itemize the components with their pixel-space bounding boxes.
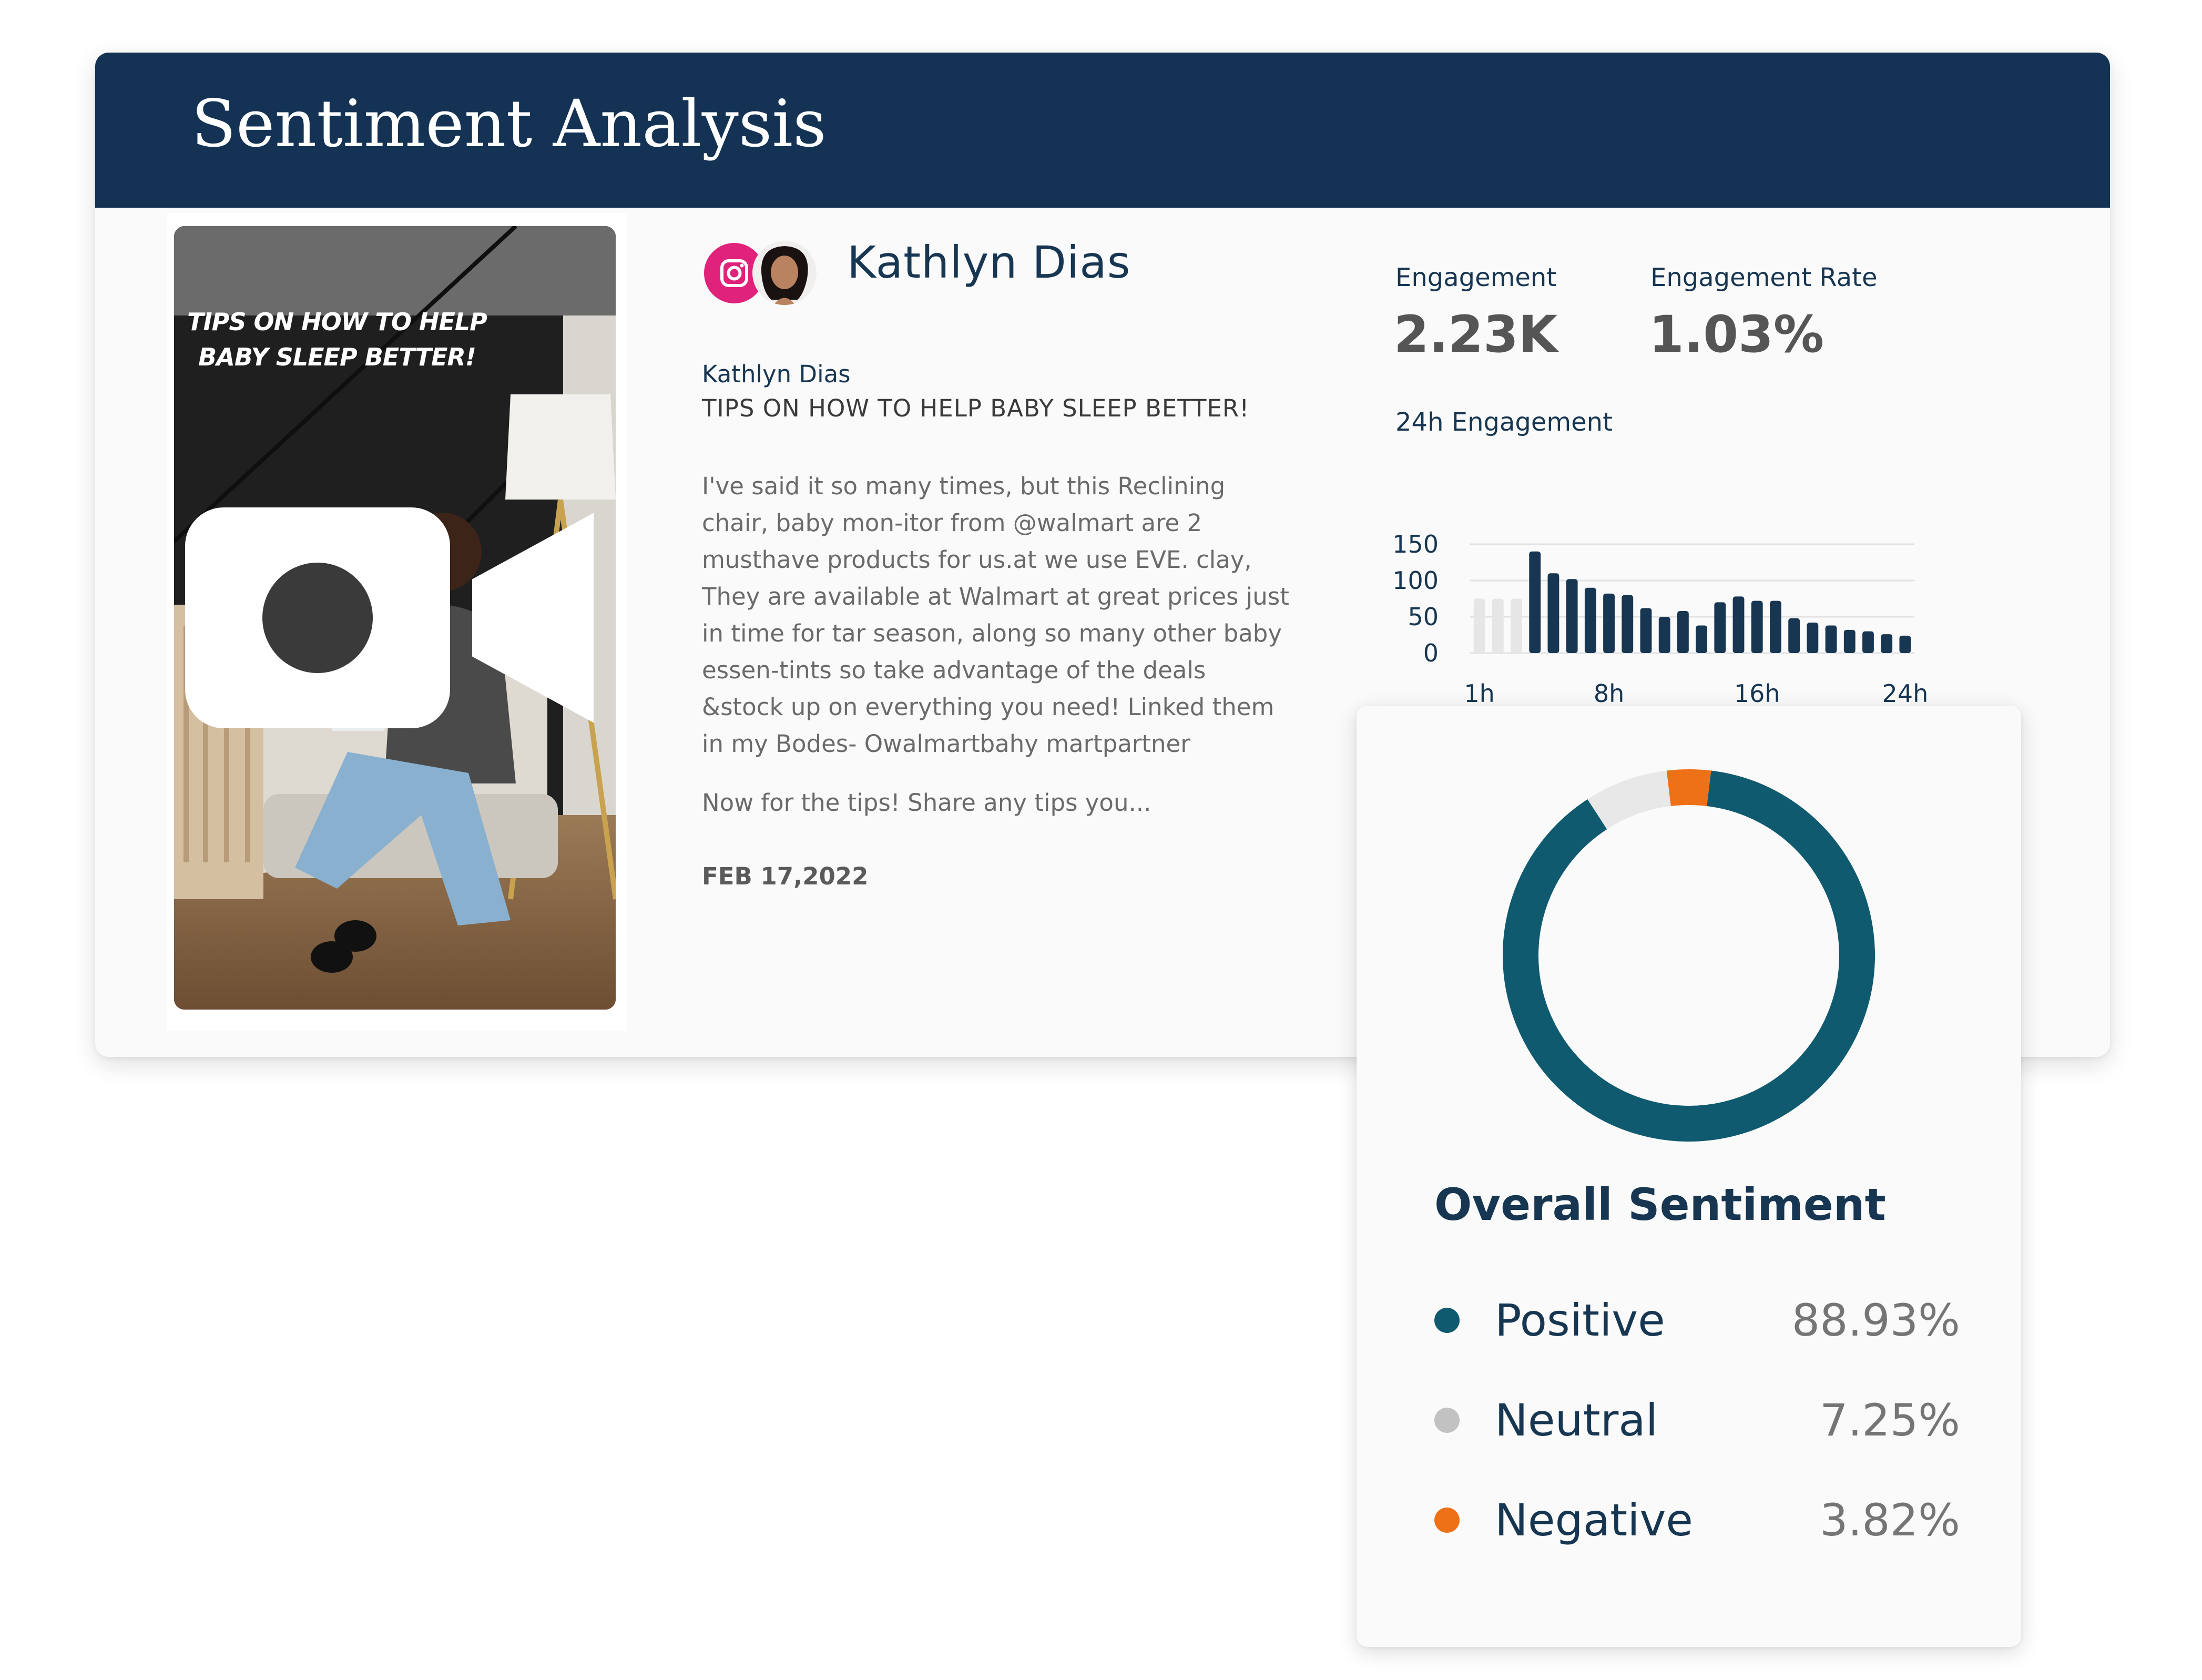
sentiment-donut-chart bbox=[1503, 769, 1875, 1142]
legend-label-positive: Positive bbox=[1495, 1295, 1665, 1346]
y-tick-label: 50 bbox=[1408, 603, 1439, 631]
post-body: I've said it so many times, but this Rec… bbox=[702, 468, 1375, 762]
post-read-more[interactable]: Now for the tips! Share any tips you... bbox=[702, 789, 1151, 817]
chart-title: 24h Engagement bbox=[1395, 408, 1613, 437]
post-body-line: musthave products for us.at we use EVE. … bbox=[702, 546, 1252, 574]
legend-value-positive: 88.93% bbox=[1791, 1295, 1960, 1346]
post-headline: TIPS ON HOW TO HELP BABY SLEEP BETTER! bbox=[702, 394, 1250, 422]
bar-24h[interactable] bbox=[1899, 635, 1911, 653]
donut-slice-neutral[interactable] bbox=[1587, 770, 1671, 830]
engagement-bar-chart: 150 100 50 0 1h 8h 16h 24h bbox=[1392, 530, 1929, 708]
legend-item-positive: Positive 88.93% bbox=[1434, 1292, 1960, 1350]
y-tick-label: 150 bbox=[1392, 530, 1439, 558]
post-author: Kathlyn Dias bbox=[702, 360, 851, 388]
bar-21h[interactable] bbox=[1843, 629, 1856, 653]
engagement-value: 2.23K bbox=[1394, 305, 1558, 364]
bar-13h[interactable] bbox=[1696, 625, 1708, 653]
engagement-rate-label: Engagement Rate bbox=[1650, 263, 1878, 292]
profile-name[interactable]: Kathlyn Dias bbox=[847, 237, 1131, 288]
post-body-line: in time for tar season, along so many ot… bbox=[702, 619, 1282, 647]
post-body-line: in my Bodes- Owalmartbahy martpartner bbox=[702, 730, 1190, 758]
bar-15h[interactable] bbox=[1732, 596, 1745, 653]
post-body-line: They are available at Walmart at great p… bbox=[702, 583, 1289, 610]
legend-label-neutral: Neutral bbox=[1495, 1394, 1658, 1446]
x-tick-label: 8h bbox=[1594, 679, 1624, 708]
bar-4h[interactable] bbox=[1529, 551, 1541, 653]
post-body-line: chair, baby mon-itor from @walmart are 2 bbox=[702, 509, 1202, 537]
x-tick-label: 1h bbox=[1464, 679, 1494, 708]
bar-2h[interactable] bbox=[1492, 598, 1504, 654]
legend-label-negative: Negative bbox=[1495, 1494, 1693, 1546]
bar-17h[interactable] bbox=[1770, 600, 1781, 653]
legend-dot-neutral bbox=[1434, 1408, 1460, 1433]
bar-16h[interactable] bbox=[1751, 600, 1763, 653]
bar-9h[interactable] bbox=[1622, 595, 1634, 653]
post-body-line: &stock up on everything you need! Linked… bbox=[702, 693, 1275, 721]
bar-20h[interactable] bbox=[1825, 625, 1837, 653]
bar-7h[interactable] bbox=[1584, 587, 1596, 653]
sentiment-title: Overall Sentiment bbox=[1434, 1179, 1886, 1230]
bar-1h[interactable] bbox=[1473, 598, 1485, 654]
donut-slice-positive[interactable] bbox=[1503, 770, 1875, 1142]
bar-8h[interactable] bbox=[1603, 593, 1615, 653]
post-body-line: I've said it so many times, but this Rec… bbox=[702, 472, 1226, 500]
post-thumbnail[interactable]: TIPS ON HOW TO HELP BABY SLEEP BETTER! bbox=[174, 226, 616, 1010]
header-bar: Sentiment Analysis bbox=[95, 53, 2110, 208]
x-tick-label: 16h bbox=[1734, 679, 1780, 708]
y-tick-label: 0 bbox=[1423, 639, 1439, 667]
overall-sentiment-card: Overall Sentiment Positive 88.93% Neutra… bbox=[1357, 706, 2021, 1647]
donut-slice-negative[interactable] bbox=[1666, 769, 1711, 807]
y-tick-label: 100 bbox=[1392, 566, 1439, 595]
bar-22h[interactable] bbox=[1862, 631, 1874, 653]
bar-5h[interactable] bbox=[1547, 573, 1559, 653]
bar-6h[interactable] bbox=[1566, 579, 1578, 653]
engagement-rate-value: 1.03% bbox=[1649, 305, 1824, 364]
post-date: FEB 17,2022 bbox=[702, 862, 869, 890]
bar-19h[interactable] bbox=[1807, 623, 1819, 653]
engagement-label: Engagement bbox=[1395, 263, 1557, 292]
legend-item-negative: Negative 3.82% bbox=[1434, 1492, 1960, 1550]
bar-18h[interactable] bbox=[1788, 618, 1800, 653]
post-thumbnail-frame: TIPS ON HOW TO HELP BABY SLEEP BETTER! bbox=[167, 213, 627, 1031]
x-tick-label: 24h bbox=[1882, 679, 1929, 708]
legend-dot-positive bbox=[1434, 1308, 1460, 1333]
bar-3h[interactable] bbox=[1511, 598, 1522, 654]
bar-10h[interactable] bbox=[1640, 608, 1652, 653]
video-camera-icon bbox=[185, 507, 594, 728]
bar-14h[interactable] bbox=[1714, 602, 1726, 653]
bar-12h[interactable] bbox=[1677, 610, 1689, 653]
legend-value-negative: 3.82% bbox=[1820, 1494, 1960, 1546]
legend-dot-negative bbox=[1434, 1508, 1460, 1533]
legend-value-neutral: 7.25% bbox=[1820, 1394, 1960, 1446]
legend-item-neutral: Neutral 7.25% bbox=[1434, 1392, 1960, 1450]
page-title: Sentiment Analysis bbox=[191, 86, 827, 162]
avatar[interactable] bbox=[752, 241, 817, 305]
bar-11h[interactable] bbox=[1658, 617, 1670, 653]
post-body-line: essen-tints so take advantage of the dea… bbox=[702, 656, 1206, 684]
bar-23h[interactable] bbox=[1881, 634, 1893, 653]
